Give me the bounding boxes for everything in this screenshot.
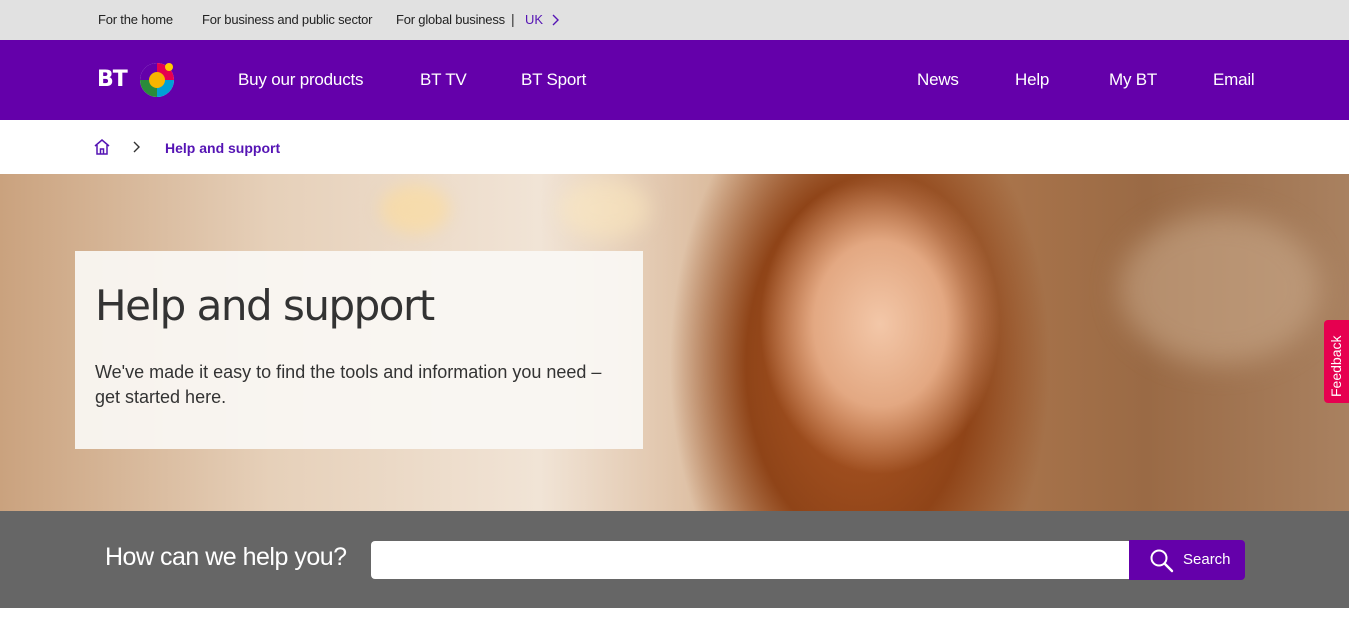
for-business-link[interactable]: For business and public sector (202, 12, 373, 27)
search-button-label: Search (1183, 551, 1231, 568)
divider: | (511, 11, 515, 27)
logo-text: BT (97, 67, 128, 92)
for-the-home-link[interactable]: For the home (98, 12, 173, 27)
breadcrumb-current: Help and support (165, 140, 281, 156)
hero-description: We've made it easy to find the tools and… (95, 362, 602, 407)
main-nav: BT Buy our products BT TV BT Sport News … (0, 40, 1349, 120)
search-button[interactable]: Search (1129, 540, 1245, 580)
utility-bar: For the home For business and public sec… (0, 0, 1349, 40)
hero-image-detail (1120, 214, 1320, 364)
hero-banner: Help and support We've made it easy to f… (0, 174, 1349, 511)
hero-card: Help and support We've made it easy to f… (75, 251, 643, 449)
search-band: How can we help you? Search (0, 511, 1349, 608)
feedback-tab[interactable]: Feedback (1324, 320, 1349, 403)
hero-image-detail (380, 184, 450, 234)
bt-globe-icon (140, 63, 174, 97)
nav-bt-sport[interactable]: BT Sport (521, 70, 586, 90)
nav-buy-our-products[interactable]: Buy our products (238, 70, 364, 90)
feedback-label: Feedback (1328, 335, 1344, 397)
search-input[interactable] (371, 541, 1131, 579)
chevron-right-icon[interactable] (550, 12, 562, 28)
search-prompt: How can we help you? (105, 543, 347, 571)
search-icon (1150, 549, 1174, 573)
hero-image-detail (560, 179, 650, 239)
page-title: Help and support (95, 281, 435, 330)
region-selector[interactable]: UK (525, 12, 543, 27)
chevron-right-icon (131, 140, 141, 154)
breadcrumb: Help and support (0, 120, 1349, 174)
bt-logo[interactable]: BT (97, 58, 181, 102)
nav-email[interactable]: Email (1213, 70, 1255, 90)
nav-help[interactable]: Help (1015, 70, 1049, 90)
home-icon[interactable] (93, 138, 111, 156)
for-global-business-link[interactable]: For global business (396, 12, 505, 27)
nav-news[interactable]: News (917, 70, 959, 90)
nav-bt-tv[interactable]: BT TV (420, 70, 467, 90)
nav-my-bt[interactable]: My BT (1109, 70, 1157, 90)
